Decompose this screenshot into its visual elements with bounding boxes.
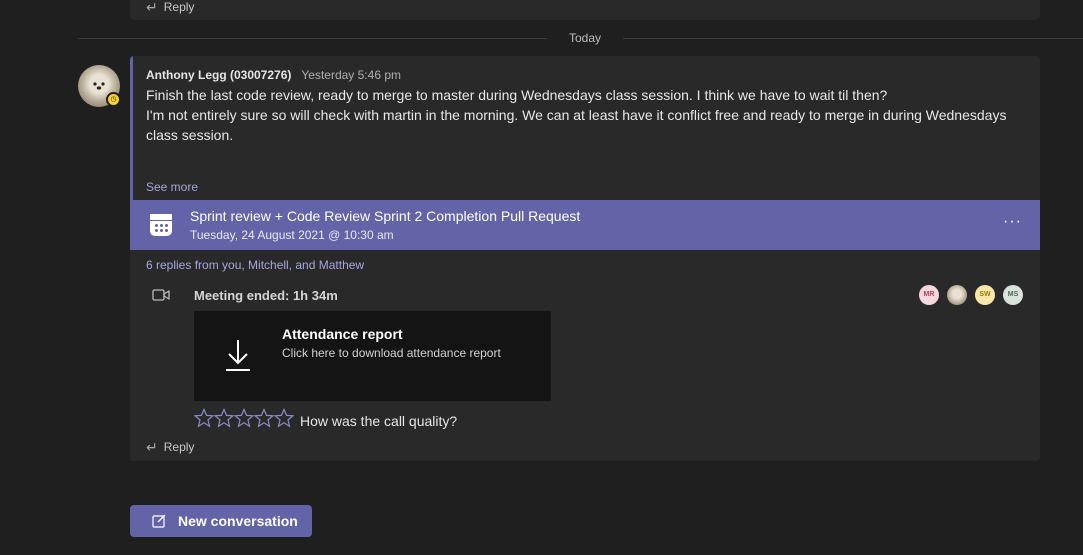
message-line: I'm not entirely sure so will check with…	[146, 107, 1007, 143]
divider-line-left	[78, 38, 547, 39]
new-conversation-button[interactable]: New conversation	[130, 505, 312, 537]
message-card: Anthony Legg (03007276) Yesterday 5:46 p…	[130, 56, 1040, 461]
divider-line-right	[623, 38, 1083, 39]
call-quality-rating	[194, 408, 294, 428]
participant-avatar[interactable]: MR	[919, 285, 939, 305]
date-divider: Today	[78, 31, 1083, 45]
message-body: Finish the last code review, ready to me…	[146, 85, 1026, 173]
reply-label: Reply	[163, 440, 195, 454]
divider-label: Today	[568, 31, 602, 45]
message-line: Finish the last code review, ready to me…	[146, 87, 888, 103]
meeting-title: Sprint review + Code Review Sprint 2 Com…	[190, 208, 581, 224]
reply-button[interactable]: ↵ Reply	[146, 440, 194, 454]
new-conversation-label: New conversation	[178, 513, 298, 529]
reply-arrow-icon: ↵	[146, 0, 158, 15]
attendance-report-subtitle: Click here to download attendance report	[282, 346, 501, 360]
reply-arrow-icon: ↵	[146, 439, 158, 455]
previous-thread-card: ↵ Reply	[130, 0, 1040, 20]
star-icon[interactable]	[274, 408, 294, 428]
compose-icon	[152, 514, 166, 528]
meeting-header-bar[interactable]: Sprint review + Code Review Sprint 2 Com…	[130, 200, 1040, 250]
dog-face-icon	[93, 82, 105, 90]
participant-avatars: MR SW MS	[919, 285, 1023, 305]
message-timestamp: Yesterday 5:46 pm	[301, 68, 401, 82]
replies-summary-link[interactable]: 6 replies from you, Mitchell, and Matthe…	[146, 258, 364, 272]
author-avatar[interactable]: ◷	[78, 65, 121, 107]
message-author[interactable]: Anthony Legg (03007276)	[146, 68, 291, 82]
star-icon[interactable]	[214, 408, 234, 428]
previous-reply-button[interactable]: ↵ Reply	[146, 0, 194, 14]
star-icon[interactable]	[194, 408, 214, 428]
call-quality-question: How was the call quality?	[300, 413, 458, 429]
download-icon	[226, 340, 250, 371]
star-icon[interactable]	[254, 408, 274, 428]
message-header: Anthony Legg (03007276) Yesterday 5:46 p…	[146, 68, 401, 82]
video-camera-icon	[152, 289, 170, 301]
away-status-icon: ◷	[106, 92, 121, 107]
participant-avatar-photo[interactable]	[947, 285, 967, 305]
previous-reply-label: Reply	[163, 0, 195, 14]
participant-avatar[interactable]: MS	[1003, 285, 1023, 305]
message-fade	[146, 168, 1026, 174]
see-more-link[interactable]: See more	[146, 180, 198, 194]
participant-avatar[interactable]: SW	[975, 285, 995, 305]
more-options-icon[interactable]: ···	[1003, 213, 1022, 231]
meeting-date: Tuesday, 24 August 2021 @ 10:30 am	[190, 228, 394, 242]
message-accent-bar	[130, 56, 133, 200]
attendance-report-card[interactable]: Attendance report Click here to download…	[194, 311, 551, 401]
attendance-report-title: Attendance report	[282, 326, 403, 342]
calendar-icon	[150, 214, 172, 236]
meeting-ended-label: Meeting ended: 1h 34m	[194, 288, 338, 303]
star-icon[interactable]	[234, 408, 254, 428]
